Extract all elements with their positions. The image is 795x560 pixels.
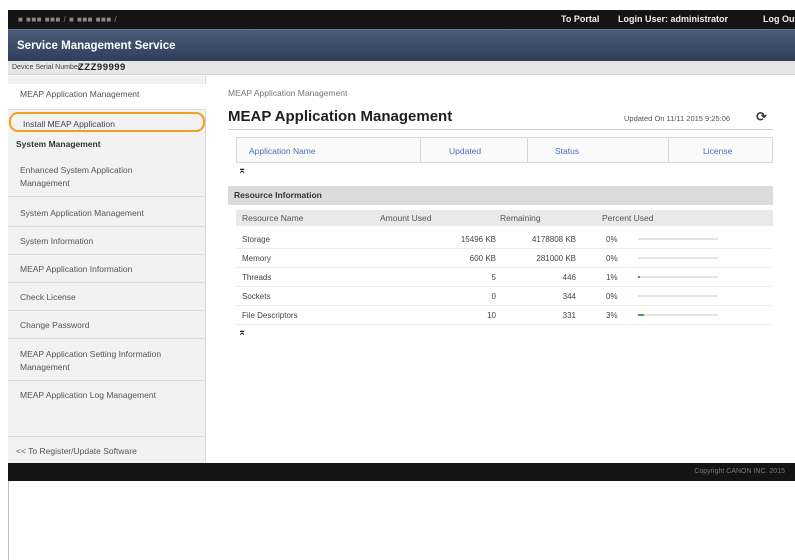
collapse-icon[interactable]: ⌅ bbox=[238, 165, 246, 176]
column-divider bbox=[668, 138, 669, 162]
resource-name: File Descriptors bbox=[242, 311, 298, 320]
remaining: 344 bbox=[562, 292, 576, 301]
usage-bar bbox=[638, 276, 718, 278]
percent-used: 3% bbox=[606, 311, 618, 320]
sidebar-divider bbox=[8, 310, 206, 311]
sidebar-item-meap-application-management[interactable]: MEAP Application Management bbox=[8, 84, 206, 110]
resource-name: Threads bbox=[242, 273, 272, 282]
sidebar-divider bbox=[8, 436, 206, 437]
column-resource-name: Resource Name bbox=[242, 213, 304, 223]
service-header: Service Management Service bbox=[8, 29, 795, 61]
footer-bar: Copyright CANON INC. 2015 bbox=[8, 463, 795, 481]
collapse-icon[interactable]: ⌅ bbox=[238, 327, 246, 338]
amount-used: 10 bbox=[487, 311, 496, 320]
resource-name: Memory bbox=[242, 254, 271, 263]
percent-used: 1% bbox=[606, 273, 618, 282]
sidebar-divider bbox=[8, 254, 206, 255]
top-bar: ■ ■■■ ■■■ / ■ ■■■ ■■■ / To Portal Login … bbox=[8, 10, 795, 29]
column-license[interactable]: License bbox=[703, 146, 732, 156]
sidebar-section-system-management: System Management bbox=[16, 139, 101, 149]
resource-name: Sockets bbox=[242, 292, 271, 301]
table-row: Threads 5 446 1% bbox=[236, 268, 773, 287]
title-divider bbox=[228, 129, 773, 130]
table-row: Storage 15496 KB 4178808 KB 0% bbox=[236, 230, 773, 249]
usage-bar bbox=[638, 238, 718, 240]
serial-bar: Device Serial Number: ZZZ99999 bbox=[8, 61, 795, 75]
table-row: Sockets 0 344 0% bbox=[236, 287, 773, 306]
sidebar-divider bbox=[8, 196, 206, 197]
log-out-link[interactable]: Log Out bbox=[763, 14, 795, 24]
updated-timestamp: Updated On 11/11 2015 9:25:06 bbox=[624, 114, 731, 123]
usage-bar bbox=[638, 295, 718, 297]
amount-used: 5 bbox=[491, 273, 496, 282]
remaining: 4178808 KB bbox=[531, 235, 576, 244]
column-status[interactable]: Status bbox=[555, 146, 579, 156]
address-text: ■ ■■■ ■■■ / ■ ■■■ ■■■ / bbox=[18, 15, 118, 24]
amount-used: 600 KB bbox=[469, 254, 496, 263]
column-amount-used: Amount Used bbox=[380, 213, 432, 223]
resource-name: Storage bbox=[242, 235, 271, 244]
usage-bar-fill bbox=[638, 276, 640, 278]
remaining: 281000 KB bbox=[536, 254, 576, 263]
column-divider bbox=[527, 138, 528, 162]
register-update-software-link[interactable]: << To Register/Update Software bbox=[8, 445, 206, 458]
page-title: MEAP Application Management bbox=[228, 108, 453, 125]
sidebar: MEAP Application Management Install MEAP… bbox=[8, 76, 206, 463]
resource-information-title: Resource Information bbox=[234, 190, 322, 200]
sidebar-item-enhanced-system-application-management[interactable]: Enhanced System Application Management bbox=[8, 164, 178, 190]
column-updated[interactable]: Updated bbox=[449, 146, 481, 156]
resource-information-header: Resource Information bbox=[228, 186, 773, 205]
amount-used: 15496 KB bbox=[460, 235, 496, 244]
to-portal-link[interactable]: To Portal bbox=[561, 14, 599, 24]
amount-used: 0 bbox=[491, 292, 496, 301]
sidebar-item-system-application-management[interactable]: System Application Management bbox=[8, 207, 206, 220]
percent-used: 0% bbox=[606, 292, 618, 301]
sidebar-item-install-meap-application[interactable]: Install MEAP Application bbox=[9, 112, 205, 132]
percent-used: 0% bbox=[606, 254, 618, 263]
table-row: File Descriptors 10 331 3% bbox=[236, 306, 773, 325]
copyright-text: Copyright CANON INC. 2015 bbox=[694, 468, 785, 475]
table-row: Memory 600 KB 281000 KB 0% bbox=[236, 249, 773, 268]
sidebar-item-meap-application-log-management[interactable]: MEAP Application Log Management bbox=[8, 389, 158, 402]
main-content: MEAP Application Management MEAP Applica… bbox=[206, 76, 795, 463]
percent-used: 0% bbox=[606, 235, 618, 244]
column-application-name[interactable]: Application Name bbox=[249, 146, 316, 156]
application-table-header: Application Name Updated Status License bbox=[236, 137, 773, 163]
remaining: 446 bbox=[562, 273, 576, 282]
resource-table-header: Resource Name Amount Used Remaining Perc… bbox=[236, 210, 773, 226]
usage-bar-fill bbox=[638, 314, 644, 316]
service-title: Service Management Service bbox=[17, 40, 176, 52]
sidebar-item-check-license[interactable]: Check License bbox=[8, 291, 206, 304]
usage-bar bbox=[638, 314, 718, 316]
column-divider bbox=[420, 138, 421, 162]
sidebar-divider bbox=[8, 338, 206, 339]
breadcrumb: MEAP Application Management bbox=[228, 88, 348, 98]
refresh-icon[interactable]: ⟳ bbox=[756, 109, 767, 125]
sidebar-item-system-information[interactable]: System Information bbox=[8, 235, 206, 248]
sidebar-divider bbox=[8, 380, 206, 381]
usage-bar bbox=[638, 257, 718, 259]
sidebar-divider bbox=[8, 226, 206, 227]
login-user-text: Login User: administrator bbox=[618, 14, 729, 24]
serial-value: ZZZ99999 bbox=[78, 62, 126, 73]
serial-label: Device Serial Number: bbox=[12, 64, 83, 71]
blank-area bbox=[8, 481, 795, 560]
remaining: 331 bbox=[562, 311, 576, 320]
sidebar-item-meap-application-setting-information-management[interactable]: MEAP Application Setting Information Man… bbox=[8, 348, 168, 374]
sidebar-item-change-password[interactable]: Change Password bbox=[8, 319, 206, 332]
column-percent-used: Percent Used bbox=[602, 213, 654, 223]
sidebar-divider bbox=[8, 282, 206, 283]
column-remaining: Remaining bbox=[500, 213, 541, 223]
sidebar-item-meap-application-information[interactable]: MEAP Application Information bbox=[8, 263, 206, 276]
